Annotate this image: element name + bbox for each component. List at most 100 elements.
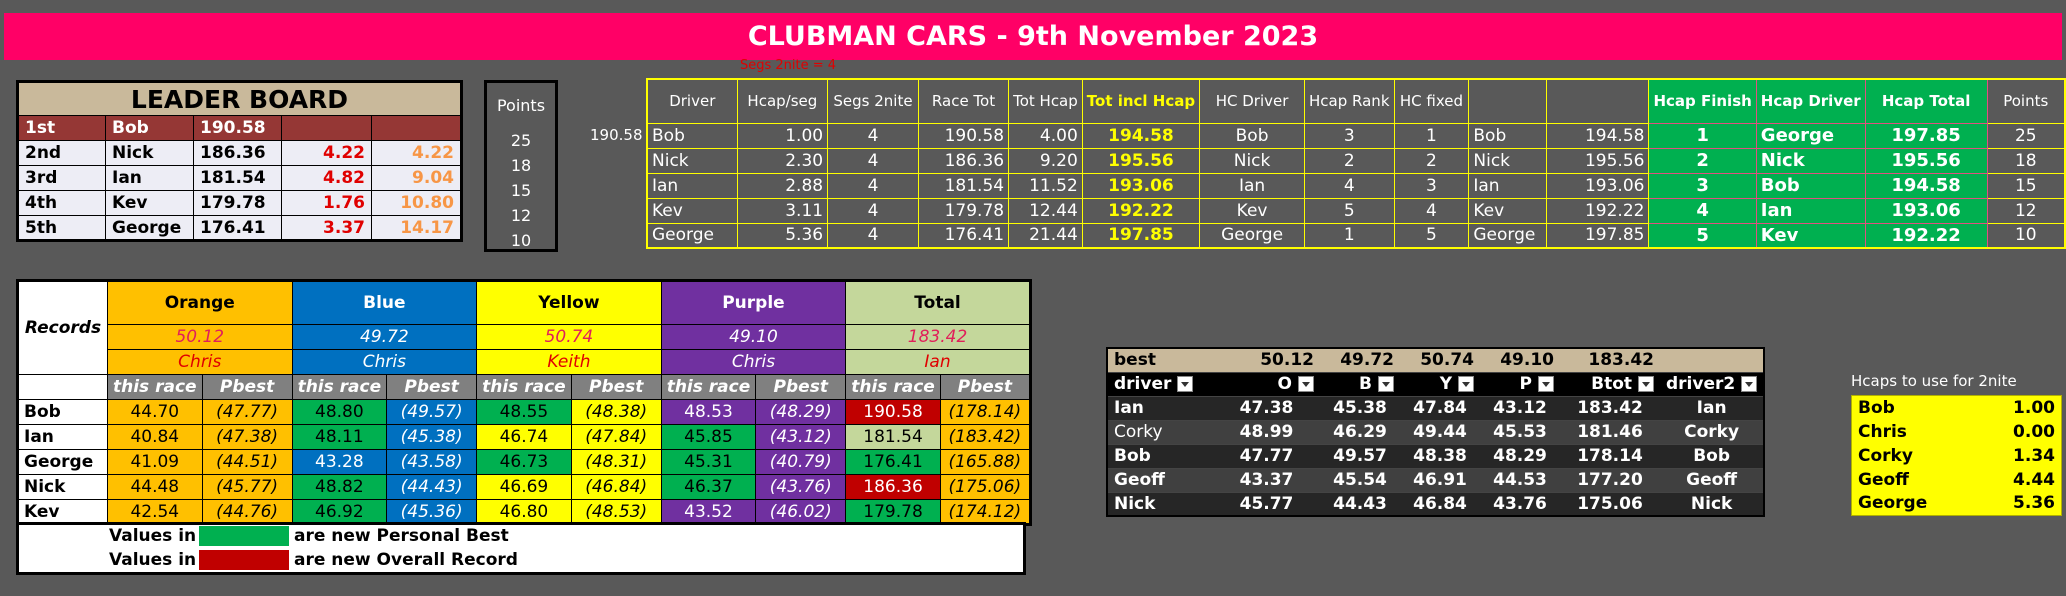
record-holder: Ian: [845, 349, 1031, 375]
legend-pb: are new Personal Best: [294, 526, 509, 546]
filter-dropdown-icon[interactable]: [1741, 376, 1758, 392]
lb-total: 179.78: [193, 190, 282, 216]
lb-cum: 4.22: [371, 140, 462, 166]
this-race-cell: 46.74: [476, 424, 572, 450]
filter-header-driver2: driver2: [1660, 372, 1765, 397]
best-cell: Geoff: [1660, 468, 1765, 493]
race-header: Points: [1986, 78, 2066, 124]
race-cell: George: [1755, 122, 1866, 149]
record-time: 50.74: [476, 324, 662, 350]
this-race-cell: 43.28: [291, 449, 388, 475]
best-cell: 178.14: [1560, 444, 1660, 469]
records-row: George 41.09 (44.51) 43.28 (43.58) 46.73 (48.3…: [17, 449, 1031, 475]
legend-swatch-pb: [199, 526, 289, 546]
race-header: Tot Hcap: [1008, 78, 1083, 124]
race-cell: 1: [1648, 122, 1757, 149]
this-race-cell: 46.69: [476, 474, 572, 500]
filter-header-o: O: [1213, 372, 1320, 397]
filter-dropdown-icon[interactable]: [1538, 376, 1554, 392]
this-race-cell: 48.80: [291, 399, 388, 425]
best-cell: 47.84: [1400, 396, 1480, 421]
lb-pos: 4th: [17, 190, 106, 216]
race-cell: 4: [827, 172, 919, 199]
race-cell: 4: [827, 147, 919, 174]
lb-points: 12: [510, 206, 532, 225]
hcap-name: George: [1858, 493, 1928, 514]
sort-desc-dropdown-icon[interactable]: [1638, 376, 1654, 392]
this-race-cell: 43.52: [660, 499, 757, 525]
best-row: Ian 47.38 45.38 47.84 43.12 183.42 Ian: [1107, 396, 1765, 421]
lb-cum: 10.80: [371, 190, 462, 216]
hcaps-table: Bob 1.00 Chris 0.00 Corky 1.34 Geoff 4.44 George…: [1851, 395, 2062, 516]
lb-name: Nick: [105, 140, 194, 166]
race-cell: 4: [1393, 197, 1470, 224]
records-table: Records Orange Blue Yellow Purple Total …: [16, 279, 1032, 526]
pbest-cell: (43.58): [386, 449, 478, 475]
race-cell: 195.56: [1864, 147, 1988, 174]
filter-header-btot: Btot: [1560, 372, 1660, 397]
race-cell: 197.85: [1081, 222, 1201, 249]
best-cell: Bob: [1107, 444, 1213, 469]
pbest-cell: (174.12): [939, 499, 1031, 525]
sub-header: this race: [660, 374, 757, 400]
race-cell: 194.58: [1864, 172, 1988, 199]
best-cell: Ian: [1107, 396, 1213, 421]
filter-dropdown-icon[interactable]: [1177, 376, 1194, 392]
pbest-cell: (49.57): [386, 399, 478, 425]
header-label: B: [1359, 374, 1372, 394]
sub-header: this race: [476, 374, 572, 400]
record-holder: Chris: [291, 349, 478, 375]
race-cell: 2: [1648, 147, 1757, 174]
race-row: Ian 2.88 4 181.54 11.52 193.06 Ian 4 3 Ian 193.06 3…: [646, 172, 2066, 199]
best-value: 49.10: [1480, 348, 1560, 373]
race-cell: Kev: [646, 197, 738, 224]
race-cell: 12: [1986, 197, 2066, 224]
pbest-cell: (47.84): [570, 424, 662, 450]
hcaps-title: Hcaps to use for 2nite: [1851, 372, 2017, 390]
pbest-cell: (43.12): [755, 424, 847, 450]
best-cell: 181.46: [1560, 420, 1660, 445]
header-label: driver2: [1666, 374, 1736, 394]
race-header: Segs 2nite: [827, 78, 919, 124]
lb-name: Kev: [105, 190, 194, 216]
pbest-cell: (47.77): [201, 399, 293, 425]
race-table: Driver Hcap/seg Segs 2nite Race Tot Tot Hcap…: [646, 78, 2066, 249]
race-cell: 195.56: [1546, 147, 1650, 174]
race-cell: Nick: [646, 147, 738, 174]
race-cell: 3: [1393, 172, 1470, 199]
this-race-cell: 46.37: [660, 474, 757, 500]
race-cell: 21.44: [1008, 222, 1083, 249]
this-race-cell: 190.58: [845, 399, 941, 425]
header-label: Btot: [1591, 374, 1632, 394]
best-cell: 43.12: [1480, 396, 1560, 421]
this-race-cell: 186.36: [845, 474, 941, 500]
lb-total: 181.54: [193, 165, 282, 191]
header-label: Y: [1439, 374, 1452, 394]
race-cell: Ian: [1199, 172, 1306, 199]
lb-name: George: [105, 215, 194, 241]
best-cell: 43.37: [1213, 468, 1320, 493]
best-cell: 177.20: [1560, 468, 1660, 493]
lb-points: 18: [510, 156, 532, 175]
this-race-cell: 179.78: [845, 499, 941, 525]
race-cell: 192.22: [1864, 222, 1988, 249]
header-label: P: [1519, 374, 1532, 394]
lb-cum: 14.17: [371, 215, 462, 241]
best-cell: Ian: [1660, 396, 1765, 421]
driver-name: Bob: [17, 399, 108, 425]
filter-dropdown-icon[interactable]: [1298, 376, 1314, 392]
hcap-value: 5.36: [2013, 493, 2055, 514]
lb-cum: [371, 115, 462, 141]
best-cell: 47.77: [1213, 444, 1320, 469]
race-cell: Nick: [1468, 147, 1548, 174]
race-cell: 1: [1393, 122, 1470, 149]
col-total: Total: [845, 280, 1031, 325]
best-cell: 44.53: [1480, 468, 1560, 493]
col-yellow: Yellow: [476, 280, 662, 325]
hcap-name: Chris: [1858, 421, 1907, 442]
best-cell: 47.38: [1213, 396, 1320, 421]
filter-dropdown-icon[interactable]: [1378, 376, 1394, 392]
race-cell: 4: [1304, 172, 1395, 199]
filter-dropdown-icon[interactable]: [1458, 376, 1474, 392]
pbest-cell: (48.38): [570, 399, 662, 425]
